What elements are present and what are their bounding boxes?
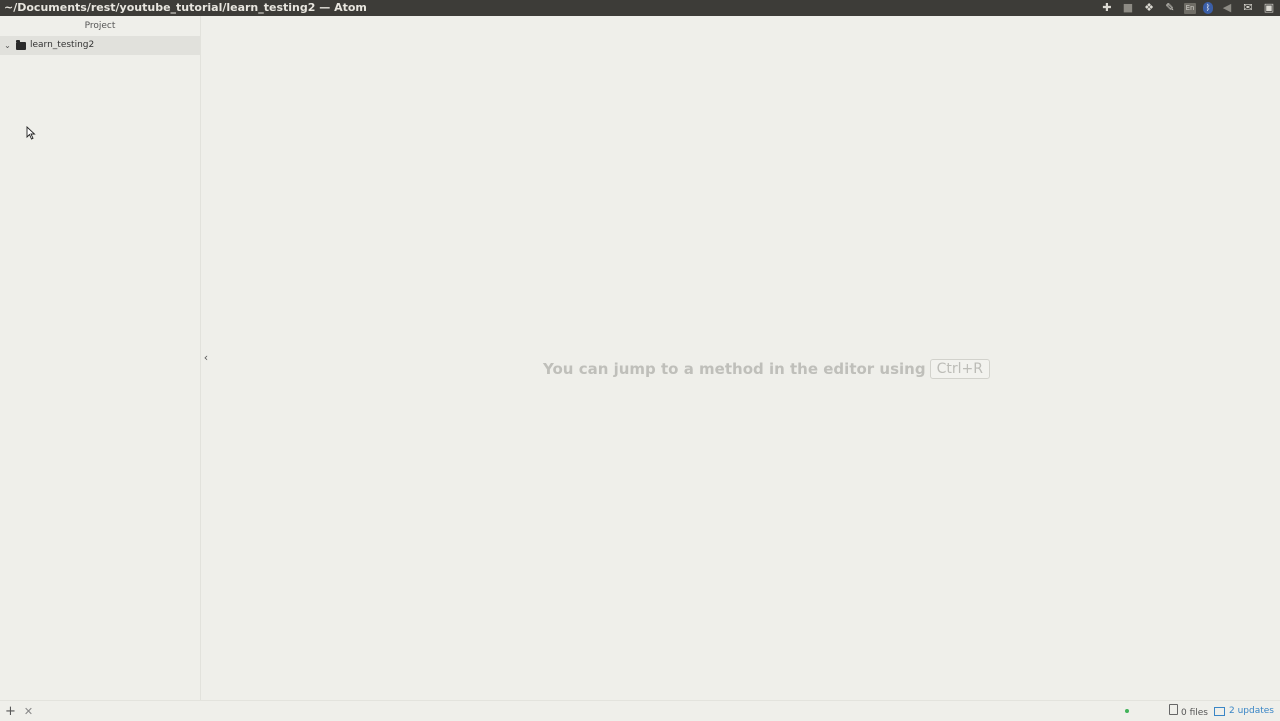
volume-icon[interactable]: ◀ [1220,1,1234,14]
project-root-folder[interactable]: ⌄ learn_testing2 [0,36,200,55]
mouse-cursor-icon [26,126,36,140]
status-indicator-dot [1125,709,1130,713]
files-count[interactable]: 0 files [1169,704,1208,718]
editor-hint-text: You can jump to a method in the editor u… [543,360,926,378]
folder-icon [16,39,26,50]
dropbox-icon[interactable]: ❖ [1142,1,1156,14]
add-terminal-icon[interactable]: + [5,704,16,719]
edit-icon[interactable]: ✎ [1163,1,1177,14]
file-icon [1169,704,1179,715]
status-bar: + ✕ 0 files 2 updates [0,700,1280,721]
editor-hint: You can jump to a method in the editor u… [543,358,990,380]
mail-icon[interactable]: ✉ [1241,1,1255,14]
window-titlebar: ~/Documents/rest/youtube_tutorial/learn_… [0,0,1280,16]
tree-view-header: Project [84,21,116,31]
system-tray: ✚ ■ ❖ ✎ En ᛒ ◀ ✉ ▣ [1100,0,1276,16]
plus-cross-icon[interactable]: ✚ [1100,1,1114,14]
updates-link[interactable]: 2 updates [1214,706,1274,716]
display-icon[interactable]: ▣ [1262,1,1276,14]
editor-hint-shortcut: Ctrl+R [929,359,990,379]
close-terminal-icon[interactable]: ✕ [24,705,33,718]
updates-label: 2 updates [1229,706,1274,716]
keyboard-layout-icon[interactable]: En [1184,2,1196,14]
window-title: ~/Documents/rest/youtube_tutorial/learn_… [4,1,367,14]
camera-icon[interactable]: ■ [1121,1,1135,14]
package-icon [1214,706,1225,716]
chevron-down-icon[interactable]: ⌄ [3,41,12,50]
project-root-folder-label: learn_testing2 [30,40,95,50]
files-count-label: 0 files [1181,708,1208,718]
tree-view-panel: Project ⌄ learn_testing2 [0,16,201,700]
bluetooth-icon[interactable]: ᛒ [1203,2,1213,14]
